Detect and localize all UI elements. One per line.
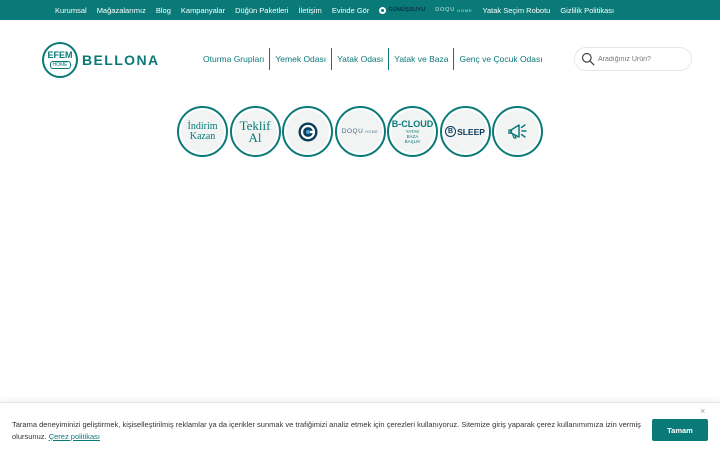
main-nav: Oturma Grupları Yemek Odası Yatak Odası … — [198, 48, 548, 70]
cookie-text: Tarama deneyiminizi geliştirmek, kişisel… — [12, 419, 642, 443]
gunussuyu-g-icon — [298, 122, 317, 141]
page: Kurumsal Mağazalarımız Blog Kampanyalar … — [0, 0, 720, 450]
brand2-label: DOQU — [435, 7, 455, 13]
topbar-link-blog[interactable]: Blog — [156, 6, 171, 15]
nav-item-yatak-ve-baza[interactable]: Yatak ve Baza — [389, 48, 455, 70]
doqu-label: DOQU — [341, 128, 364, 135]
bsleep-b-icon: B — [445, 126, 457, 137]
topbar-link-yatak-secim-robotu[interactable]: Yatak Seçim Robotu — [483, 6, 551, 15]
shortcut-circles: İndirim Kazan Teklif Al DOQU HOME B-CLOUD — [177, 106, 545, 157]
indirim-line2: Kazan — [189, 130, 216, 142]
topbar-link-kurumsal[interactable]: Kurumsal — [55, 6, 87, 15]
accept-cookies-button[interactable]: Tamam — [652, 419, 708, 441]
topbar-link-dugun-paketleri[interactable]: Düğün Paketleri — [235, 6, 288, 15]
circle-indirim-kazan[interactable]: İndirim Kazan — [177, 106, 228, 157]
efem-home-logo-icon: EFEM HOME — [42, 42, 78, 78]
nav-item-oturma-gruplari[interactable]: Oturma Grupları — [198, 48, 271, 70]
top-bar: Kurumsal Mağazalarımız Blog Kampanyalar … — [0, 0, 720, 20]
topbar-brand-doqu[interactable]: DOQU HOME — [435, 7, 472, 13]
circle-b-sleep[interactable]: B SLEEP — [439, 106, 491, 157]
nav-item-yemek-odasi[interactable]: Yemek Odası — [270, 48, 333, 70]
nav-item-yatak-odasi[interactable]: Yatak Odası — [332, 48, 390, 70]
cookie-policy-link[interactable]: Çerez politikası — [49, 432, 100, 441]
topbar-link-iletisim[interactable]: İletişim — [298, 6, 321, 15]
header: EFEM HOME BELLONA Oturma Grupları Yemek … — [0, 20, 720, 100]
megaphone-icon — [507, 123, 527, 139]
topbar-link-evinde-gor[interactable]: Evinde Gör — [332, 6, 370, 15]
bcloud-label: B-CLOUD — [391, 119, 434, 129]
search-icon[interactable] — [581, 52, 595, 66]
search-input[interactable] — [598, 55, 688, 63]
circle-doqu-home[interactable]: DOQU HOME — [334, 106, 386, 157]
nav-item-genc-ve-cocuk-odasi[interactable]: Genç ve Çocuk Odası — [454, 48, 547, 70]
logo-bellona: BELLONA — [82, 52, 160, 68]
topbar-link-gizlilik-politikasi[interactable]: Gizlilik Politikası — [560, 6, 614, 15]
site-logo[interactable]: EFEM HOME BELLONA — [42, 42, 159, 78]
circle-teklif-al[interactable]: Teklif Al — [229, 106, 281, 157]
gunussuyu-logo-icon — [379, 6, 387, 14]
topbar-link-magazalarimiz[interactable]: Mağazalarımız — [97, 6, 146, 15]
logo-efem: EFEM — [47, 50, 73, 60]
circle-announcements[interactable] — [492, 106, 543, 157]
teklif-line2: Al — [248, 129, 262, 145]
topbar-link-kampanyalar[interactable]: Kampanyalar — [181, 6, 225, 15]
cookie-consent-bar: × Tarama deneyiminizi geliştirmek, kişis… — [0, 402, 720, 450]
circle-gunussuyu[interactable] — [282, 106, 333, 157]
topbar-brand-gunussuyu[interactable]: GÜNÜŞSUYU — [379, 6, 426, 14]
brand2-sub-label: HOME — [457, 7, 473, 13]
brand1-label: GÜNÜŞSUYU — [388, 7, 426, 13]
doqu-sub-label: HOME — [365, 130, 379, 134]
indirim-line1: İndirim — [187, 120, 218, 132]
close-icon[interactable]: × — [700, 406, 705, 416]
circle-b-cloud[interactable]: B-CLOUD YATAK BAZA BAŞLIK — [387, 106, 438, 157]
logo-home: HOME — [49, 61, 71, 69]
bcloud-sub-3: BAŞLIK — [404, 139, 421, 144]
search-box[interactable] — [574, 47, 692, 71]
bsleep-label: SLEEP — [457, 126, 485, 137]
cookie-message: Tarama deneyiminizi geliştirmek, kişisel… — [12, 420, 641, 441]
